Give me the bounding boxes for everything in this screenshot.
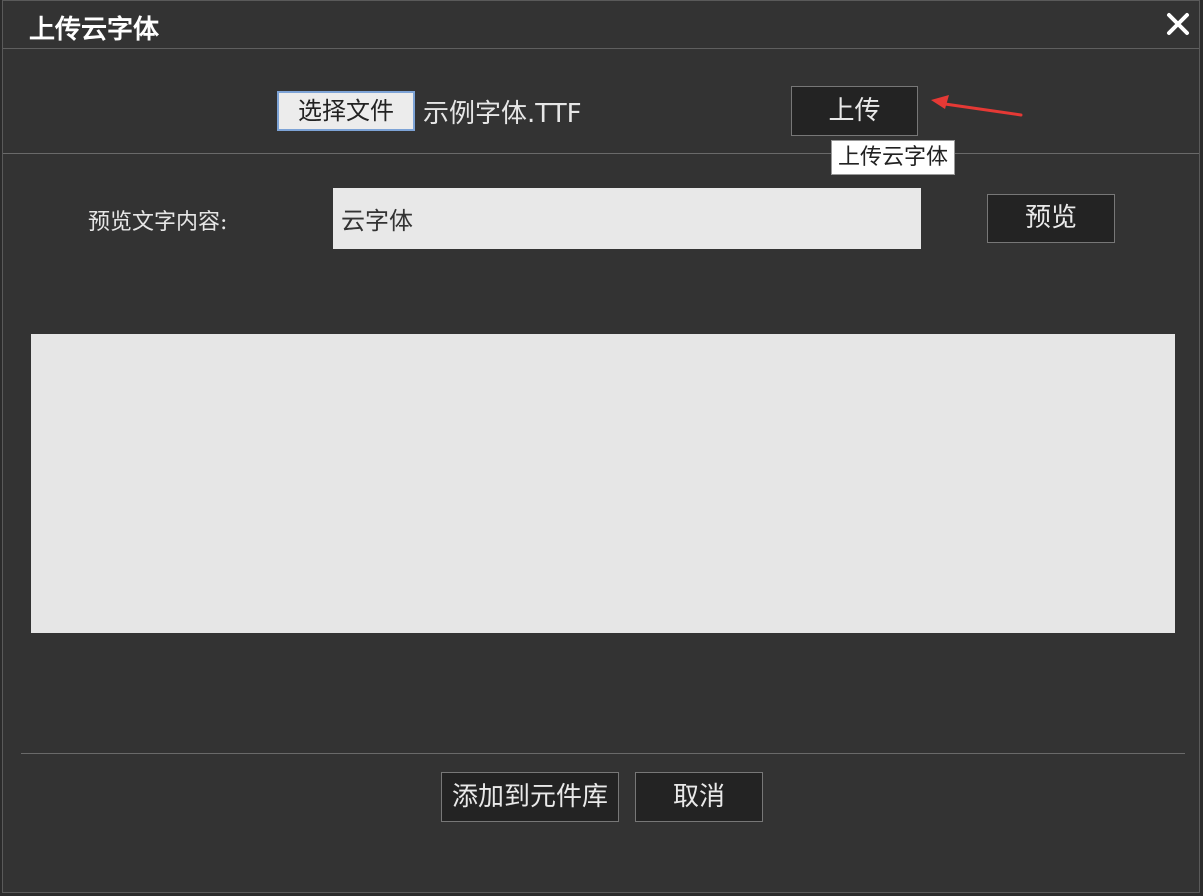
close-icon[interactable] bbox=[1163, 9, 1193, 39]
upload-tooltip: 上传云字体 bbox=[831, 140, 956, 175]
preview-button[interactable]: 预览 bbox=[987, 194, 1115, 243]
cancel-button[interactable]: 取消 bbox=[635, 772, 763, 822]
footer-divider bbox=[21, 753, 1185, 754]
upload-font-dialog: 上传云字体 选择文件 示例字体.TTF 上传 上传云字体 预览文字内容: 预览 … bbox=[2, 0, 1200, 893]
choose-file-button[interactable]: 选择文件 bbox=[277, 91, 415, 131]
annotation-arrow-icon bbox=[931, 95, 1023, 117]
preview-text-label: 预览文字内容: bbox=[88, 210, 228, 235]
preview-text-input[interactable] bbox=[333, 188, 921, 249]
add-to-library-button[interactable]: 添加到元件库 bbox=[441, 772, 619, 822]
upload-button[interactable]: 上传 bbox=[791, 86, 918, 136]
title-bar: 上传云字体 bbox=[3, 1, 1199, 49]
selected-file-name: 示例字体.TTF bbox=[423, 99, 582, 129]
font-preview-area bbox=[31, 334, 1175, 633]
dialog-title: 上传云字体 bbox=[29, 15, 160, 45]
